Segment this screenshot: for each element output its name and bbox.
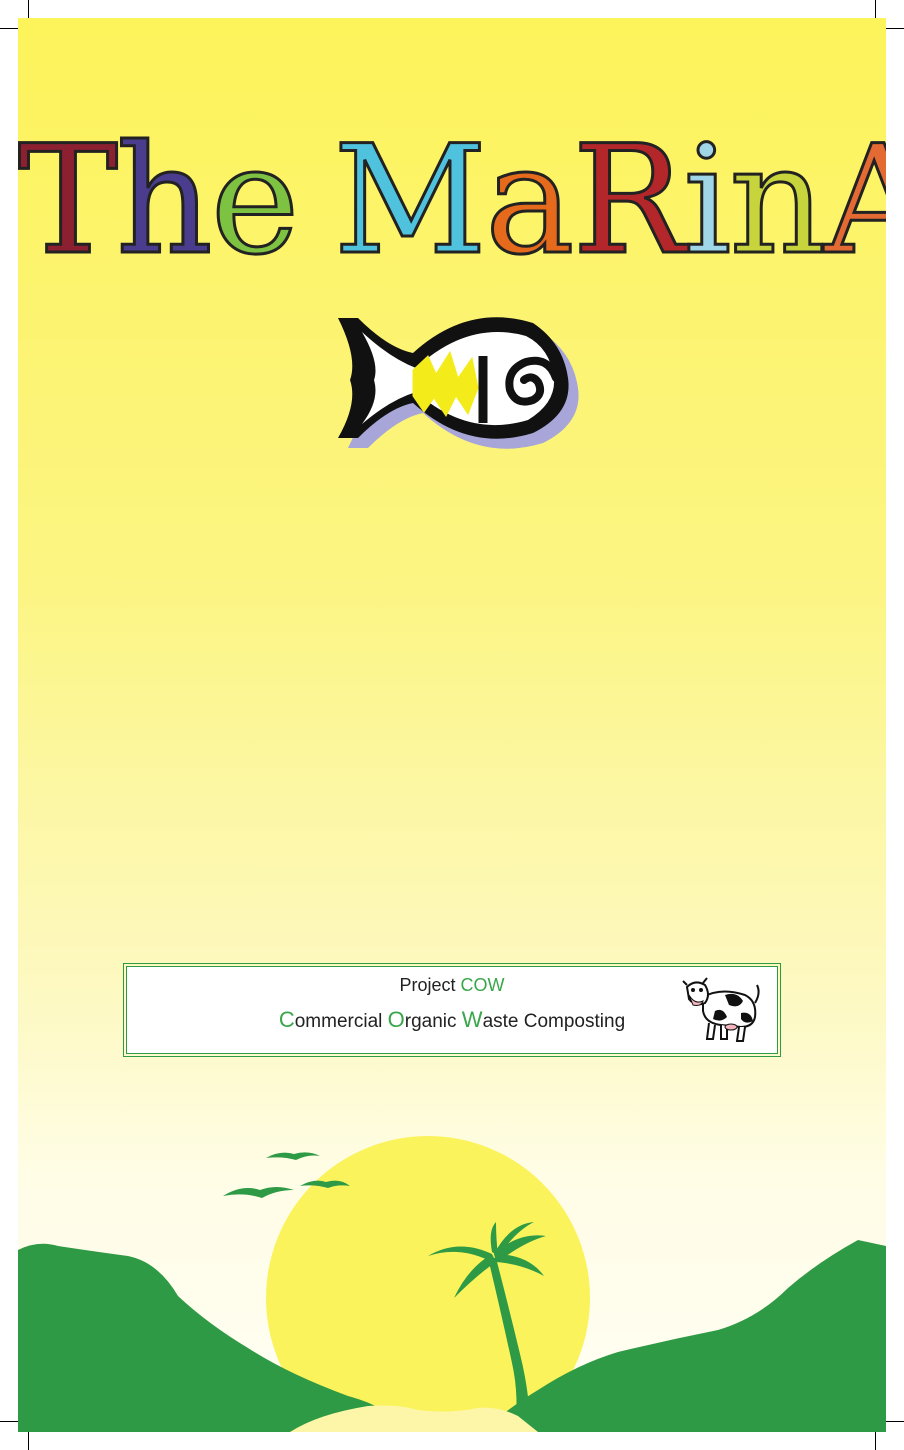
title-letter: T <box>18 114 120 288</box>
acronym-word: rganic <box>404 1011 462 1032</box>
crop-mark <box>28 0 29 18</box>
crop-mark <box>875 1432 876 1450</box>
title-letter: M <box>332 114 489 288</box>
acronym-initial: W <box>461 1007 483 1032</box>
title-letter: i <box>682 114 733 288</box>
cow-acronym: COW <box>460 975 505 995</box>
title-letter: A <box>823 114 886 288</box>
project-cow-banner: Project COW Commercial Organic Waste Com… <box>123 963 781 1057</box>
fish-logo-icon <box>338 317 579 449</box>
project-cow-expansion: Commercial Organic Waste Composting <box>127 1007 777 1033</box>
crop-mark <box>0 1421 18 1422</box>
crop-mark <box>875 0 876 18</box>
title-letter: n <box>728 114 828 288</box>
restaurant-title: The MaRinA <box>18 114 886 288</box>
menu-cover: The MaRinA Project COW Commercial Organi… <box>18 18 886 1432</box>
sunset-scene <box>18 1136 886 1432</box>
crop-mark <box>28 1432 29 1450</box>
crop-mark <box>886 28 904 29</box>
title-letter: R <box>571 114 687 288</box>
acronym-word: ommercial <box>294 1011 388 1032</box>
cow-icon <box>681 973 761 1045</box>
crop-mark <box>886 1421 904 1422</box>
crop-mark <box>0 28 18 29</box>
acronym-word: aste Composting <box>482 1011 626 1032</box>
project-label: Project <box>399 975 461 995</box>
project-cow-heading: Project COW <box>127 975 777 996</box>
acronym-initial: C <box>278 1007 295 1032</box>
acronym-initial: O <box>387 1007 405 1032</box>
title-letter: h <box>115 114 215 288</box>
title-letter: a <box>484 114 576 288</box>
title-letter: e <box>209 114 301 288</box>
